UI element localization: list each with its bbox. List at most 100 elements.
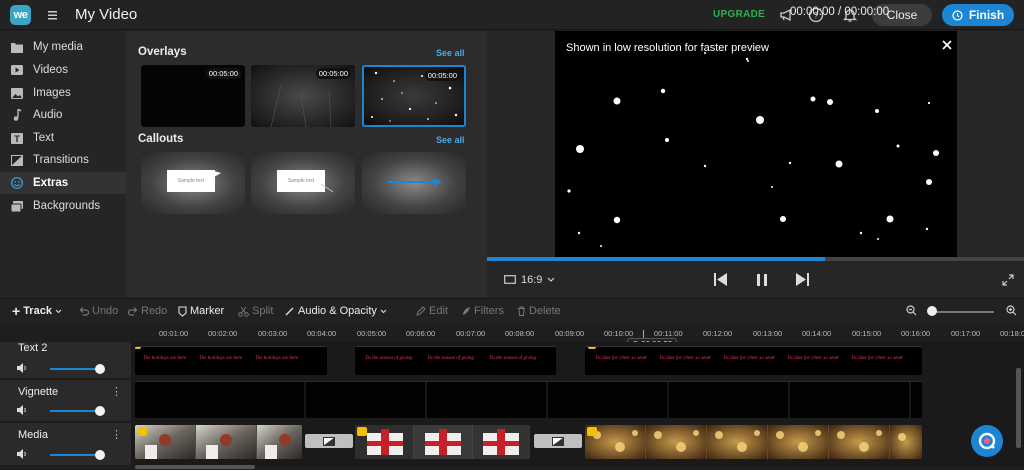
text-clip-fragment: The holidays are here [255,356,299,361]
transition-icon [323,436,335,446]
edit-button[interactable]: Edit [416,305,448,317]
text-clip-fragment: Tis time for cheer so send [851,356,903,361]
timeline-vertical-scrollbar[interactable] [1016,368,1021,448]
app-logo[interactable]: we [10,5,31,25]
ruler-tick-label: 00:14:00 [802,329,832,338]
track-header-media[interactable]: Media ⋮ [0,423,131,466]
sidebar-item-videos[interactable]: Videos [0,59,126,81]
zoom-out-icon[interactable] [906,305,917,316]
track-name: Text 2 [18,342,48,354]
callouts-see-all-link[interactable]: See all [436,135,465,145]
callout-arrow [388,178,442,186]
media-clip-frames [355,425,530,459]
finish-button[interactable]: Finish [942,4,1014,26]
callout-thumbnail[interactable]: Sample text [141,152,245,214]
ruler-tick-label: 00:06:00 [406,329,436,338]
text-clip-fragment: Tis time for cheer so send [787,356,839,361]
add-track-button[interactable]: + Track [12,304,62,318]
marker-button[interactable]: Marker [178,305,224,317]
smiley-icon [11,177,23,189]
volume-slider-knob[interactable] [95,364,105,374]
upgrade-link[interactable]: UPGRADE [713,9,765,20]
track-more-icon[interactable]: ⋮ [111,385,122,398]
text-clip[interactable]: Tis the season of giving Tis the season … [355,346,556,375]
media-clip[interactable] [585,425,922,459]
media-clip[interactable] [355,425,530,459]
preview-progress-fill [487,257,826,261]
undo-button[interactable]: Undo [79,305,118,317]
svg-text:T: T [14,134,20,144]
ruler-tick-label: 00:11:00 [654,329,683,338]
volume-icon[interactable] [17,449,28,459]
transition-block[interactable] [305,434,353,448]
sidebar-item-label: My media [33,41,83,53]
sidebar-item-label: Extras [33,177,69,189]
sidebar-item-backgrounds[interactable]: Backgrounds [0,195,126,217]
zoom-slider-knob[interactable] [927,306,937,316]
volume-slider-track[interactable] [50,368,100,370]
aspect-ratio-select[interactable]: 16:9 [504,274,555,286]
sidebar-item-my-media[interactable]: My media [0,36,126,58]
chat-support-button[interactable] [971,425,1003,457]
sidebar-item-audio[interactable]: Audio [0,104,126,126]
vignette-frame-dividers [304,382,911,418]
backgrounds-icon [11,200,23,212]
callout-thumbnail-arrow[interactable] [362,152,466,214]
ruler-tick-label: 00:07:00 [456,329,486,338]
sidebar-item-transitions[interactable]: Transitions [0,149,126,171]
text-clip[interactable]: The holidays are here The holidays are h… [135,346,327,375]
split-button[interactable]: Split [238,305,273,317]
callout-thumbnail[interactable]: Sample text [251,152,355,214]
volume-slider-knob[interactable] [95,450,105,460]
volume-slider-track[interactable] [50,454,100,456]
pause-icon[interactable] [757,274,767,286]
ruler-tick-label: 00:01:00 [159,329,189,338]
overlays-see-all-link[interactable]: See all [436,48,465,58]
volume-slider-knob[interactable] [95,406,105,416]
audio-opacity-menu[interactable]: Audio & Opacity [285,305,387,317]
volume-slider-track[interactable] [50,410,100,412]
redo-button[interactable]: Redo [128,305,167,317]
track-header-text-2[interactable]: Text 2 [0,342,131,379]
text-clip[interactable]: Tis time for cheer so send Tis time for … [585,346,922,375]
duration-badge: 00:05:00 [424,70,460,81]
zoom-slider-track[interactable] [928,311,994,313]
filters-button[interactable]: Filters [461,305,504,317]
project-title[interactable]: My Video [75,6,137,23]
chevron-down-icon [55,309,62,313]
timecode-display: 00:00:00 / 00:00:00 [790,6,890,18]
track-more-icon[interactable]: ⋮ [111,428,122,441]
hamburger-menu-icon[interactable] [47,8,61,22]
filters-label: Filters [474,305,504,317]
timeline-ruler[interactable]: 00:01:00 00:02:00 00:03:00 00:04:00 00:0… [135,324,1024,342]
track-header-vignette[interactable]: Vignette ⋮ [0,380,131,422]
timeline-horizontal-scrollbar[interactable] [135,465,255,469]
zoom-in-icon[interactable] [1006,305,1017,316]
trash-icon [518,306,525,316]
ruler-tick-label: 00:17:00 [951,329,981,338]
duration-badge: 00:05:00 [315,68,351,79]
split-label: Split [252,305,274,317]
transition-icon [11,154,23,166]
skip-forward-icon[interactable] [795,273,809,286]
sidebar-item-extras[interactable]: Extras [0,172,126,194]
transition-block[interactable] [534,434,582,448]
overlay-thumbnail[interactable]: 00:05:00 [251,65,355,127]
skip-back-icon[interactable] [714,273,728,286]
vignette-clip[interactable] [135,381,922,418]
snow-particles [567,52,939,247]
sidebar-item-images[interactable]: Images [0,82,126,104]
low-resolution-notice: Shown in low resolution for faster previ… [566,42,769,54]
video-preview[interactable] [555,31,957,257]
chevron-down-icon [380,309,387,313]
volume-icon[interactable] [17,363,28,373]
volume-icon[interactable] [17,405,28,415]
media-clip[interactable] [135,425,302,459]
premium-crown-icon [587,427,597,436]
delete-button[interactable]: Delete [517,305,561,317]
overlay-thumbnail-selected[interactable]: 00:05:00 [362,65,466,127]
sidebar-item-text[interactable]: T Text [0,127,126,149]
overlay-thumbnail[interactable]: 00:05:00 [141,65,245,127]
close-notice-icon[interactable] [942,40,952,50]
fullscreen-icon[interactable] [1002,274,1014,286]
